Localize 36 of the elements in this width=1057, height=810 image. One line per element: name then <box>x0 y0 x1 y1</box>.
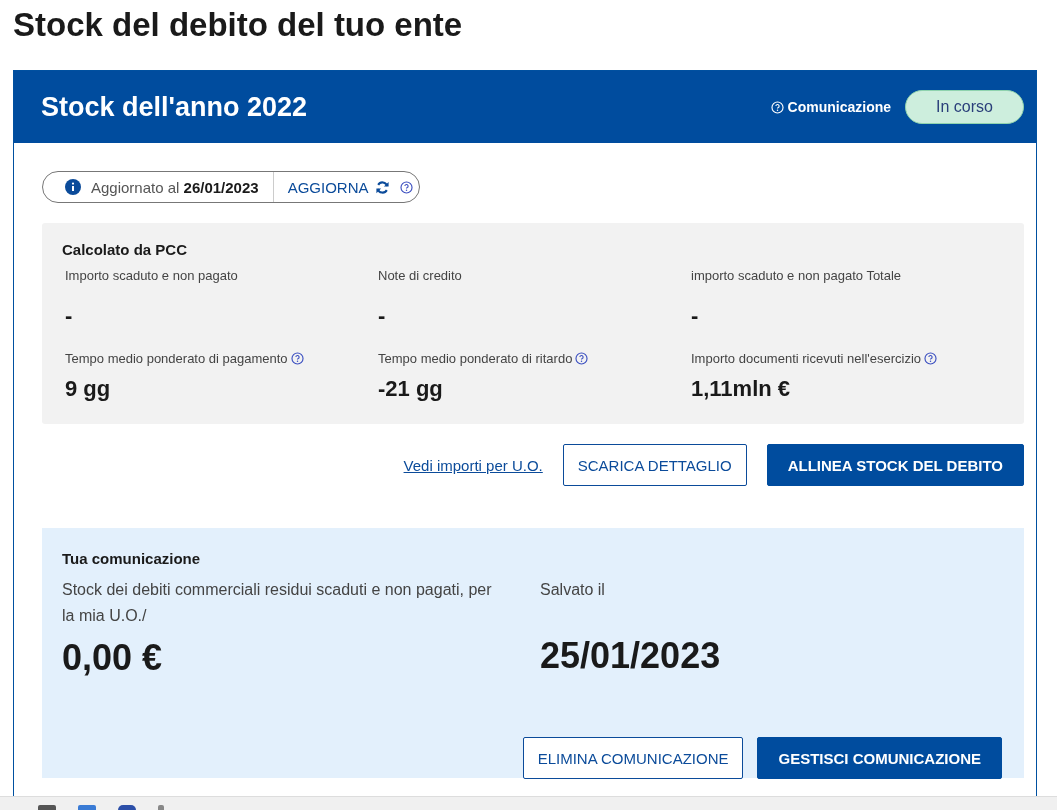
stock-value: 0,00 € <box>62 637 164 679</box>
update-date: Aggiornato al 26/01/2023 <box>91 178 259 196</box>
stock-label: Stock dei debiti commerciali residui scaduti e non pagati, per la mia U.O./ <box>62 580 493 626</box>
status-label: Comunicazione <box>787 99 892 115</box>
metric-label: Tempo medio ponderato di ritardo <box>378 351 573 366</box>
details-link[interactable]: Vedi importi per U.O. <box>403 456 543 474</box>
panel-title: Calcolato da PCC <box>62 241 189 258</box>
download-button[interactable]: SCARICA DETTAGLIO <box>562 444 747 486</box>
metric-label: Note di credito <box>378 268 462 283</box>
taskbar-icon[interactable] <box>118 805 136 810</box>
refresh-button[interactable]: AGGIORNA <box>273 178 400 196</box>
saved-date: 25/01/2023 <box>540 635 722 677</box>
metric-value: -21 gg <box>378 376 444 402</box>
metric-value: - <box>378 303 387 329</box>
info-icon <box>65 179 81 195</box>
metric-value: - <box>691 303 700 329</box>
help-icon[interactable] <box>924 352 938 365</box>
delete-button[interactable]: ELIMINA COMUNICAZIONE <box>522 737 744 779</box>
saved-label: Salvato il <box>540 580 606 600</box>
help-icon[interactable] <box>575 352 589 365</box>
metric-value: - <box>65 303 74 329</box>
metric-label: Tempo medio ponderato di pagamento <box>65 351 288 366</box>
metric-value: 1,11mln € <box>691 376 792 402</box>
page-title: Stock del debito del tuo ente <box>12 5 464 45</box>
metric-label: importo scaduto e non pagato Totale <box>691 268 902 283</box>
metric-label: Importo scaduto e non pagato <box>65 268 238 283</box>
refresh-icon <box>374 179 390 195</box>
panel-title: Tua comunicazione <box>62 550 202 567</box>
manage-button[interactable]: GESTISCI COMUNICAZIONE <box>757 737 1002 779</box>
align-button[interactable]: ALLINEA STOCK DEL DEBITO <box>766 444 1024 486</box>
status-badge: In corso <box>905 90 1024 124</box>
help-icon[interactable] <box>399 180 413 194</box>
card-title: Stock dell'anno 2022 <box>41 91 309 123</box>
help-icon[interactable] <box>290 352 304 365</box>
metric-value: 9 gg <box>65 376 112 402</box>
metric-label: Importo documenti ricevuti nell'esercizio <box>691 351 922 366</box>
